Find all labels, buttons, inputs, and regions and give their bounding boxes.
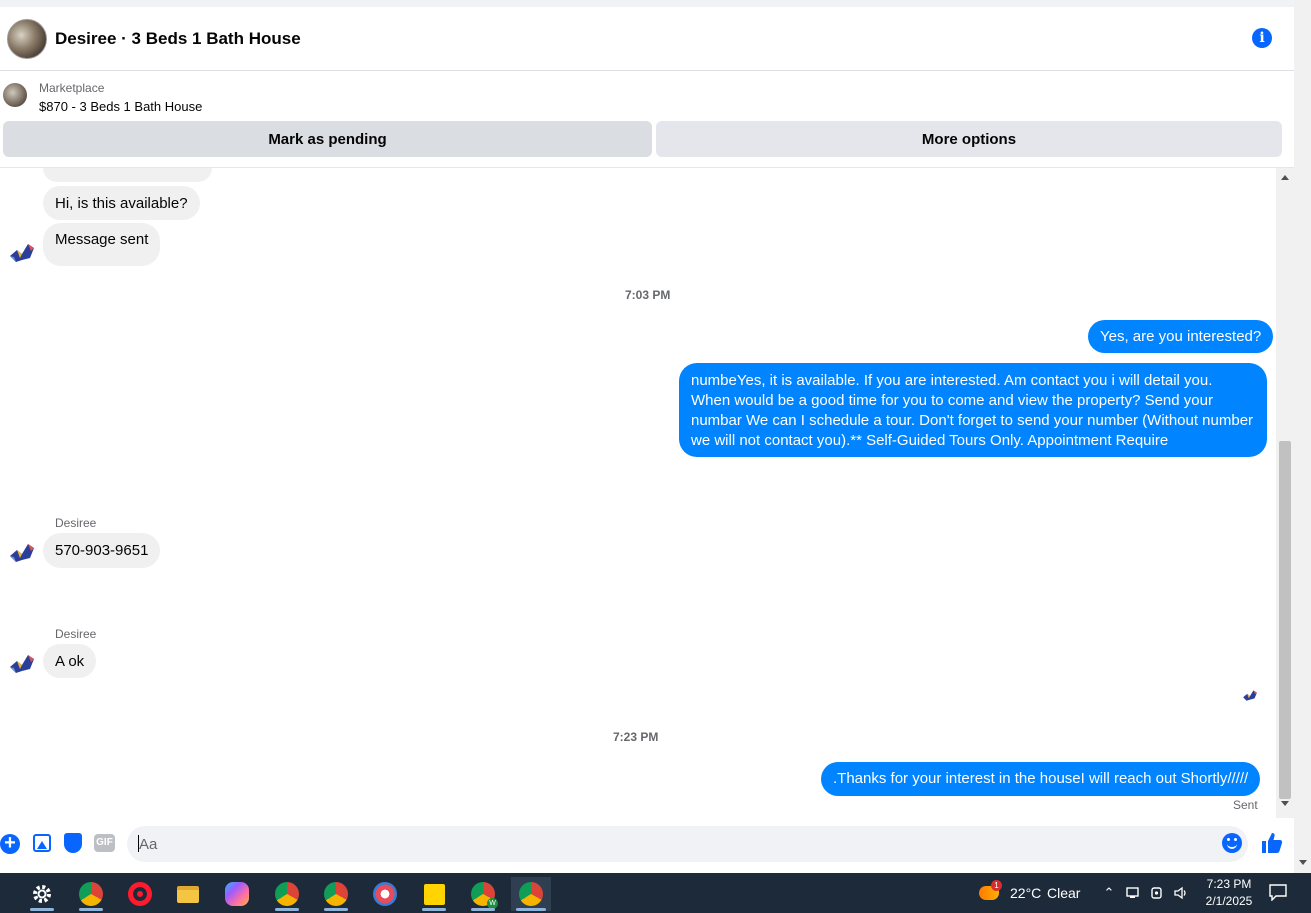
message-text: Hi, is this available? bbox=[55, 194, 188, 212]
message-bubble-incoming[interactable]: Message sent bbox=[43, 223, 161, 266]
sender-avatar-icon[interactable] bbox=[8, 538, 36, 566]
mark-as-pending-button[interactable]: Mark as pending bbox=[3, 121, 652, 157]
file-explorer-icon[interactable] bbox=[168, 877, 208, 911]
listing-title[interactable]: $870 - 3 Beds 1 Bath House bbox=[39, 99, 202, 114]
windows-taskbar: W 1 22°C Clear ⌃ 7:23 PM 2/1/2025 bbox=[0, 873, 1311, 913]
notification-center-icon[interactable] bbox=[1269, 884, 1287, 902]
window-scrollbar[interactable] bbox=[1294, 0, 1311, 873]
message-input[interactable] bbox=[127, 826, 1248, 862]
sender-avatar-icon[interactable] bbox=[8, 238, 36, 266]
plus-icon[interactable]: + bbox=[0, 833, 20, 854]
snipping-tool-icon[interactable] bbox=[365, 877, 405, 911]
message-bubble-outgoing[interactable]: Yes, are you interested? bbox=[1088, 320, 1274, 353]
gif-icon[interactable]: GIF bbox=[94, 834, 115, 852]
emoji-icon[interactable] bbox=[1222, 833, 1242, 853]
sticker-icon[interactable] bbox=[64, 833, 82, 853]
camera-icon[interactable] bbox=[1150, 885, 1166, 901]
weather-condition[interactable]: Clear bbox=[1047, 885, 1080, 901]
more-options-button[interactable]: More options bbox=[656, 121, 1282, 157]
opera-icon[interactable] bbox=[120, 877, 160, 911]
chrome-profile-icon[interactable] bbox=[267, 877, 307, 911]
chat-scrollbar[interactable] bbox=[1276, 168, 1294, 818]
photo-icon[interactable] bbox=[33, 834, 51, 852]
sticky-notes-icon[interactable] bbox=[414, 877, 454, 911]
scrollbar-thumb[interactable] bbox=[1279, 441, 1291, 799]
scroll-down-icon[interactable] bbox=[1281, 801, 1289, 806]
clock-date: 2/1/2025 bbox=[1205, 894, 1253, 908]
message-text: numbeYes, it is available. If you are in… bbox=[691, 372, 1254, 449]
message-text: 570-903-9651 bbox=[55, 542, 149, 559]
text-caret bbox=[138, 835, 139, 852]
message-composer: + GIF bbox=[0, 818, 1294, 873]
info-icon[interactable]: i bbox=[1252, 28, 1272, 48]
sender-name: Desiree bbox=[55, 516, 97, 530]
scroll-up-icon[interactable] bbox=[1281, 175, 1289, 180]
weather-icon[interactable]: 1 bbox=[979, 880, 1002, 904]
window-scroll-down-icon[interactable] bbox=[1299, 860, 1307, 865]
top-strip bbox=[0, 0, 1311, 7]
message-text: Yes, are you interested? bbox=[1100, 328, 1262, 345]
marketplace-panel: Marketplace $870 - 3 Beds 1 Bath House M… bbox=[0, 71, 1294, 168]
message-bubble-partial bbox=[43, 168, 212, 182]
thumbs-up-icon[interactable] bbox=[1260, 831, 1284, 855]
timestamp: 7:23 PM bbox=[613, 730, 659, 744]
clock-time: 7:23 PM bbox=[1206, 877, 1252, 891]
message-bubble-outgoing[interactable]: .Thanks for your interest in the houseI … bbox=[821, 762, 1261, 796]
copilot-icon[interactable] bbox=[217, 877, 257, 911]
weather-badge: 1 bbox=[991, 880, 1002, 891]
message-text: Message sent bbox=[55, 231, 149, 248]
read-receipt-avatar-icon bbox=[1242, 687, 1258, 703]
message-bubble-incoming[interactable]: Hi, is this available? bbox=[43, 186, 200, 220]
chrome-profile-icon[interactable] bbox=[71, 877, 111, 911]
listing-thumbnail[interactable] bbox=[3, 83, 27, 107]
message-status: Sent bbox=[1233, 798, 1258, 812]
message-bubble-incoming[interactable]: A ok bbox=[43, 644, 97, 678]
chrome-profile-icon[interactable] bbox=[316, 877, 356, 911]
message-bubble-incoming[interactable]: 570-903-9651 bbox=[43, 533, 161, 568]
weather-temperature[interactable]: 22°C bbox=[1010, 885, 1041, 901]
message-list[interactable]: Hi, is this available? Message sent 7:03… bbox=[0, 168, 1276, 818]
sender-name: Desiree bbox=[55, 627, 97, 641]
chevron-up-icon[interactable]: ⌃ bbox=[1101, 885, 1117, 901]
settings-icon[interactable] bbox=[22, 877, 62, 911]
network-icon[interactable] bbox=[1126, 885, 1142, 901]
chrome-work-profile-icon[interactable]: W bbox=[463, 877, 503, 911]
marketplace-label: Marketplace bbox=[39, 81, 105, 95]
message-text: A ok bbox=[55, 652, 85, 670]
chrome-active-icon[interactable] bbox=[511, 877, 551, 911]
sender-avatar-icon[interactable] bbox=[8, 649, 36, 677]
conversation-title[interactable]: Desiree · 3 Beds 1 Bath House bbox=[55, 29, 301, 49]
timestamp: 7:03 PM bbox=[625, 288, 671, 302]
conversation-header: Desiree · 3 Beds 1 Bath House i bbox=[0, 7, 1294, 71]
contact-avatar[interactable] bbox=[7, 18, 47, 59]
message-bubble-outgoing[interactable]: numbeYes, it is available. If you are in… bbox=[679, 363, 1267, 457]
message-text: .Thanks for your interest in the houseI … bbox=[833, 770, 1249, 787]
system-clock[interactable]: 7:23 PM 2/1/2025 bbox=[1194, 876, 1264, 910]
volume-icon[interactable] bbox=[1173, 885, 1189, 901]
